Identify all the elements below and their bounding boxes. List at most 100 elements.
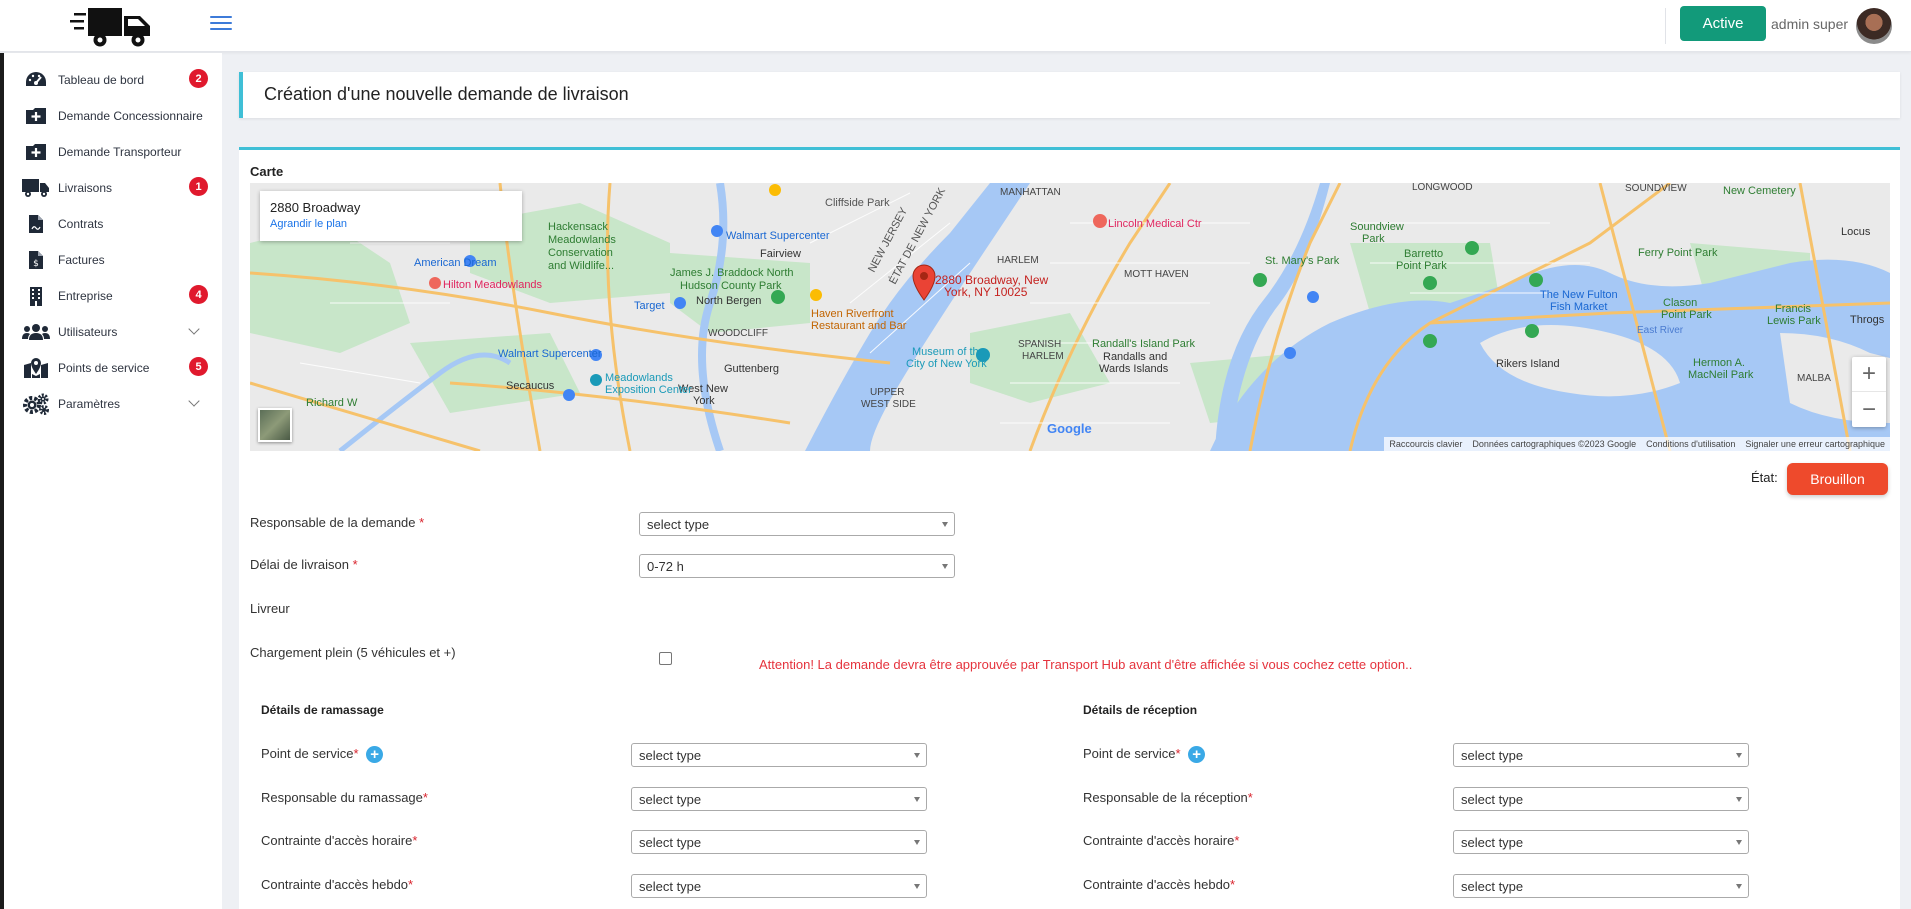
add-service-point-icon[interactable]: + — [366, 746, 384, 764]
sidebar-item-company[interactable]: Entreprise 4 — [22, 281, 212, 311]
sidebar-item-deliveries[interactable]: Livraisons 1 — [22, 173, 212, 203]
truck-icon — [22, 177, 50, 199]
map-place-label: WOODCLIFF — [708, 328, 768, 339]
reception-weekly-constraint-select[interactable]: select type — [1453, 874, 1749, 898]
map-place-label: LONGWOOD — [1412, 183, 1473, 193]
select-value: select type — [639, 835, 702, 850]
users-icon — [22, 321, 50, 343]
map-place-label: Locus — [1841, 226, 1871, 238]
file-invoice-dollar-icon: $ — [22, 249, 50, 271]
pickup-responsible-select[interactable]: select type — [631, 787, 927, 811]
top-bar: Active admin super — [0, 0, 1911, 52]
add-service-point-icon[interactable]: + — [1188, 746, 1206, 764]
requester-select[interactable]: select type — [639, 512, 955, 536]
delivery-delay-field-label: Délai de livraison * — [250, 557, 358, 572]
reception-service-point-select[interactable]: select type — [1453, 743, 1749, 767]
building-icon — [22, 285, 50, 307]
map-place-label: Lincoln Medical Ctr — [1108, 218, 1202, 230]
full-load-label: Chargement plein (5 véhicules et +) — [250, 645, 456, 660]
draft-status-button[interactable]: Brouillon — [1787, 463, 1888, 495]
map-place-label: SOUNDVIEW — [1625, 183, 1687, 194]
google-logo: Google — [1047, 421, 1092, 436]
delivery-delay-select[interactable]: 0-72 h — [639, 554, 955, 578]
map-place-label: Randalls and — [1103, 351, 1167, 363]
pickup-service-point-label: Point de service* + — [261, 746, 384, 764]
select-value: select type — [1461, 792, 1524, 807]
notification-badge: 2 — [189, 69, 208, 88]
sidebar-item-users[interactable]: Utilisateurs — [22, 317, 212, 347]
sidebar-item-carrier-request[interactable]: Demande Transporteur — [22, 137, 212, 167]
label-text: Responsable du ramassage — [261, 790, 423, 805]
report-error-link[interactable]: Signaler une erreur cartographique — [1745, 439, 1885, 449]
truck-logo-icon[interactable] — [70, 4, 156, 48]
page-header: Création d'une nouvelle demande de livra… — [239, 72, 1900, 118]
pickup-hours-constraint-label: Contrainte d'accès horaire* — [261, 833, 417, 848]
label-text: Contrainte d'accès horaire — [1083, 833, 1235, 848]
pickup-weekly-constraint-select[interactable]: select type — [631, 874, 927, 898]
sidebar-item-settings[interactable]: Paramètres — [22, 389, 212, 419]
zoom-control: + − — [1852, 357, 1886, 427]
terms-link[interactable]: Conditions d'utilisation — [1646, 439, 1735, 449]
reception-hours-constraint-select[interactable]: select type — [1453, 830, 1749, 854]
map-place-label: City of New York — [906, 358, 987, 370]
map-place-label: North Bergen — [696, 295, 761, 307]
map-place-label: James J. Braddock North — [670, 267, 794, 279]
map-place-label: Barretto — [1404, 248, 1443, 260]
map-place-label: Fairview — [760, 248, 801, 260]
zoom-out-button[interactable]: − — [1852, 392, 1886, 427]
map-section-label: Carte — [250, 164, 284, 179]
avatar[interactable] — [1856, 8, 1892, 44]
caret-down-icon — [1736, 840, 1742, 845]
caret-down-icon — [1736, 884, 1742, 889]
keyboard-shortcuts-link[interactable]: Raccourcis clavier — [1389, 439, 1462, 449]
satellite-toggle[interactable] — [258, 408, 292, 442]
chevron-down-icon — [188, 395, 200, 407]
required-mark: * — [412, 833, 418, 848]
google-map[interactable]: Cliffside Park MANHATTAN LONGWOOD SOUNDV… — [250, 183, 1890, 451]
plus-square-icon — [22, 141, 50, 163]
pickup-hours-constraint-select[interactable]: select type — [631, 830, 927, 854]
select-value: 0-72 h — [647, 559, 684, 574]
map-place-label: Richard W — [306, 397, 358, 409]
required-mark: * — [1247, 790, 1253, 805]
map-place-label: East River — [1637, 325, 1684, 336]
pickup-service-point-select[interactable]: select type — [631, 743, 927, 767]
map-place-label: Randall's Island Park — [1092, 338, 1195, 350]
sidebar-item-label: Contrats — [58, 217, 104, 231]
map-place-label: St. Mary's Park — [1265, 255, 1340, 267]
sidebar-item-label: Demande Concessionnaire — [58, 109, 203, 123]
reception-responsible-select[interactable]: select type — [1453, 787, 1749, 811]
label-text: Contrainte d'accès hebdo — [261, 877, 409, 892]
select-value: select type — [1461, 879, 1524, 894]
select-value: select type — [639, 792, 702, 807]
map-place-label: MALBA — [1797, 373, 1831, 384]
sidebar-item-dealer-request[interactable]: Demande Concessionnaire — [22, 101, 212, 131]
sidebar-item-invoices[interactable]: $ Factures — [22, 245, 212, 275]
menu-toggle-icon[interactable] — [210, 16, 232, 34]
sidebar-item-contracts[interactable]: Contrats — [22, 209, 212, 239]
dashboard-gauge-icon — [22, 69, 50, 91]
label-text: Responsable de la réception — [1083, 790, 1248, 805]
map-place-label: Haven Riverfront — [811, 308, 894, 320]
zoom-in-button[interactable]: + — [1852, 357, 1886, 392]
caret-down-icon — [1736, 797, 1742, 802]
pickup-responsible-label: Responsable du ramassage* — [261, 790, 428, 805]
sidebar-item-label: Tableau de bord — [58, 73, 145, 87]
sidebar-item-label: Entreprise — [58, 289, 113, 303]
map-place-label: Restaurant and Bar — [811, 320, 907, 332]
full-load-checkbox[interactable] — [659, 652, 672, 665]
user-name[interactable]: admin super — [1771, 16, 1848, 32]
required-mark: * — [353, 746, 359, 761]
map-place-label: Rikers Island — [1496, 358, 1560, 370]
enlarge-map-link[interactable]: Agrandir le plan — [270, 218, 512, 230]
map-place-label: HARLEM — [1022, 351, 1064, 362]
active-status-button[interactable]: Active — [1680, 6, 1766, 41]
sidebar-item-dashboard[interactable]: Tableau de bord 2 — [22, 65, 212, 95]
map-place-label: HARLEM — [997, 255, 1039, 266]
map-place-label: Exposition Center — [605, 384, 692, 396]
select-value: select type — [639, 748, 702, 763]
map-place-label: and Wildlife... — [548, 260, 614, 272]
map-place-label: Meadowlands — [605, 372, 673, 384]
map-place-label: Cliffside Park — [825, 197, 890, 209]
sidebar-item-service-points[interactable]: Points de service 5 — [22, 353, 212, 383]
